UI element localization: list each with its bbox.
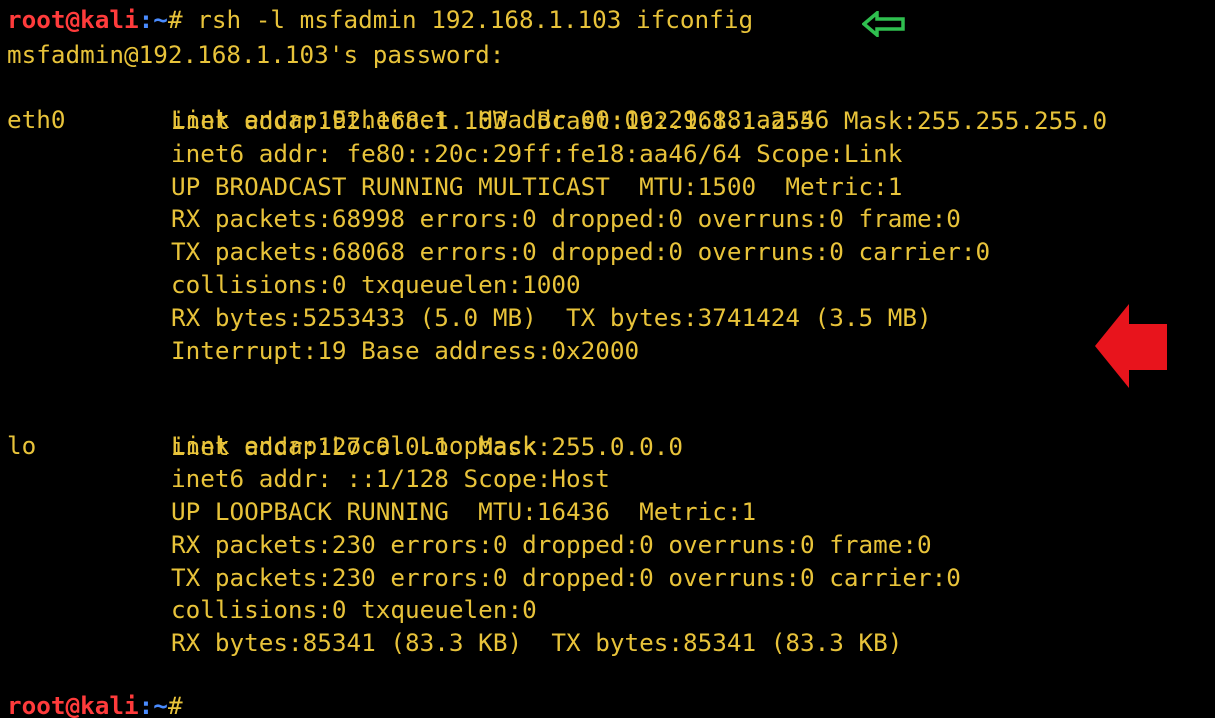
prompt-symbol: #: [167, 5, 183, 34]
iface-eth0-line: RX packets:68998 errors:0 dropped:0 over…: [171, 204, 961, 233]
iface-eth0-row-1: inet addr:192.168.1.103 Bcast:192.168.1.…: [7, 105, 1207, 137]
iface-lo-row-0: lo Link encap:Local Loopback: [7, 398, 1207, 460]
iface-eth0-row-0: eth0 Link encap:Ethernet HWaddr 00:0c:29:…: [7, 72, 1207, 134]
iface-lo-row-6: collisions:0 txqueuelen:0: [7, 594, 1207, 626]
iface-lo-row-5: TX packets:230 errors:0 dropped:0 overru…: [7, 562, 1207, 594]
iface-eth0-line: inet6 addr: fe80::20c:29ff:fe18:aa46/64 …: [171, 139, 903, 168]
prompt-host: kali: [80, 5, 139, 34]
password-prompt: msfadmin@192.168.1.103's password:: [7, 40, 505, 69]
iface-lo-row-3: UP LOOPBACK RUNNING MTU:16436 Metric:1: [7, 496, 1207, 528]
iface-lo-line: RX bytes:85341 (83.3 KB) TX bytes:85341 …: [171, 628, 903, 657]
iface-lo-line: TX packets:230 errors:0 dropped:0 overru…: [171, 563, 961, 592]
iface-lo-line: inet addr:127.0.0.1 Mask:255.0.0.0: [171, 432, 683, 461]
iface-eth0-row-3: UP BROADCAST RUNNING MULTICAST MTU:1500 …: [7, 171, 1207, 203]
left-arrow-filled-icon: [1095, 304, 1167, 388]
final-prompt[interactable]: root@kali:~#: [7, 690, 183, 718]
iface-lo-line: UP LOOPBACK RUNNING MTU:16436 Metric:1: [171, 497, 757, 526]
iface-lo-line: RX packets:230 errors:0 dropped:0 overru…: [171, 530, 932, 559]
prompt-path: :~: [138, 691, 168, 718]
iface-lo-row-7: RX bytes:85341 (83.3 KB) TX bytes:85341 …: [7, 627, 1207, 659]
left-arrow-outline-icon: [862, 11, 905, 37]
prompt-user: root: [7, 691, 66, 718]
iface-eth0-line: RX bytes:5253433 (5.0 MB) TX bytes:37414…: [171, 303, 932, 332]
prompt-path: :~: [138, 5, 168, 34]
command-text: rsh -l msfadmin 192.168.1.103 ifconfig: [182, 5, 754, 34]
iface-eth0-row-5: TX packets:68068 errors:0 dropped:0 over…: [7, 236, 1207, 268]
iface-lo-row-4: RX packets:230 errors:0 dropped:0 overru…: [7, 529, 1207, 561]
iface-lo-line: inet6 addr: ::1/128 Scope:Host: [171, 464, 610, 493]
iface-eth0-row-4: RX packets:68998 errors:0 dropped:0 over…: [7, 203, 1207, 235]
prompt-user: root: [7, 5, 66, 34]
iface-eth0-row-6: collisions:0 txqueuelen:1000: [7, 269, 1207, 301]
command-line: root@kali:~# rsh -l msfadmin 192.168.1.1…: [7, 4, 753, 36]
iface-eth0-row-8: Interrupt:19 Base address:0x2000: [7, 335, 1207, 367]
iface-eth0-line: Interrupt:19 Base address:0x2000: [171, 336, 640, 365]
iface-eth0-line: UP BROADCAST RUNNING MULTICAST MTU:1500 …: [171, 172, 903, 201]
prompt-host: kali: [80, 691, 139, 718]
iface-lo-row-2: inet6 addr: ::1/128 Scope:Host: [7, 463, 1207, 495]
prompt-at: @: [65, 5, 81, 34]
iface-eth0-line: TX packets:68068 errors:0 dropped:0 over…: [171, 237, 991, 266]
prompt-at: @: [65, 691, 81, 718]
prompt-symbol: #: [167, 691, 183, 718]
iface-eth0-row-7: RX bytes:5253433 (5.0 MB) TX bytes:37414…: [7, 302, 1207, 334]
iface-lo-row-1: inet addr:127.0.0.1 Mask:255.0.0.0: [7, 431, 1207, 463]
terminal-window[interactable]: root@kali:~# rsh -l msfadmin 192.168.1.1…: [0, 0, 1215, 718]
iface-lo-line: collisions:0 txqueuelen:0: [171, 595, 537, 624]
iface-eth0-line: collisions:0 txqueuelen:1000: [171, 270, 581, 299]
iface-eth0-row-2: inet6 addr: fe80::20c:29ff:fe18:aa46/64 …: [7, 138, 1207, 170]
iface-eth0-line: inet addr:192.168.1.103 Bcast:192.168.1.…: [171, 106, 1108, 135]
